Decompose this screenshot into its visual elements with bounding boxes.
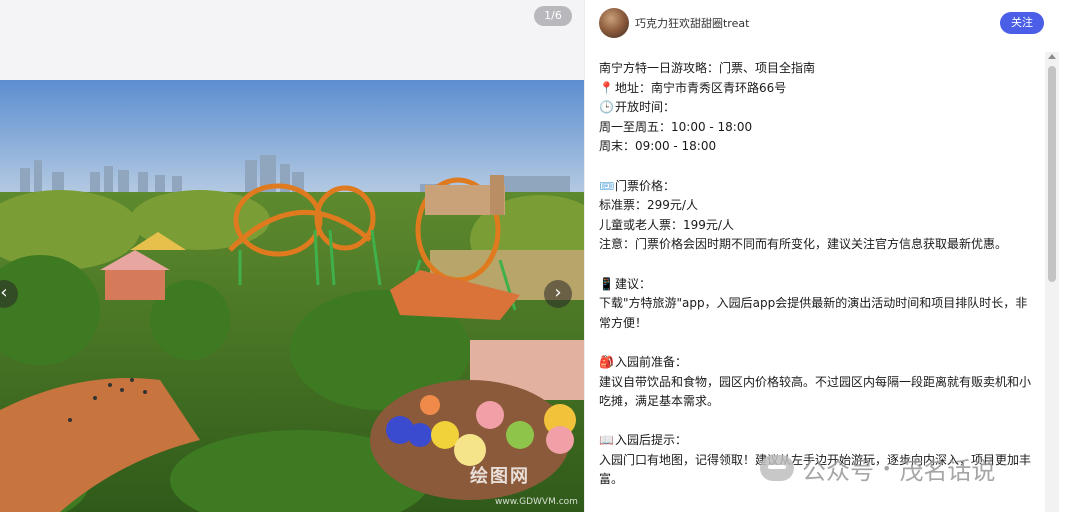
ticket-note: 注意：门票价格会因时期不同而有所变化，建议关注官方信息获取最新优惠。 (599, 237, 1008, 252)
round-pushpin-icon: 📍 (599, 80, 614, 95)
follow-button[interactable]: 关注 (1000, 12, 1044, 34)
open-book-icon: 📖 (599, 433, 614, 448)
hours-heading: 🕒开放时间： (599, 98, 1031, 118)
ticket-icon: 🎟 (599, 178, 615, 193)
note-title: 南宁方特一日游攻略：门票、项目全指南 (599, 61, 816, 75)
tickets-heading-text: 门票价格： (615, 178, 676, 193)
wechat-logo-icon (760, 455, 794, 481)
image-counter: 1/6 (534, 6, 572, 26)
park-photo (0, 80, 584, 512)
tips-text: 下载"方特旅游"app，入园后app会提供最新的演出活动时间和项目排队时长，非常… (599, 296, 1028, 330)
author-name[interactable]: 巧克力狂欢甜甜圈treat (635, 15, 749, 31)
tips-heading: 📱建议： (599, 275, 1031, 295)
chevron-right-icon: › (554, 282, 562, 303)
prep-text: 建议自带饮品和食物，园区内价格较高。不过园区内每隔一段距离就有贩卖机和小吃摊，满… (599, 374, 1032, 409)
site-watermark: 绘图网 (470, 466, 530, 487)
prep-heading: 🎒入园前准备： (599, 353, 1031, 373)
clock-icon: 🕒 (599, 100, 614, 115)
child-ticket-price: 儿童或老人票：199元/人 (599, 217, 734, 232)
chevron-left-icon: ‹ (0, 282, 8, 303)
weekday-hours: 周一至周五：10:00 - 18:00 (599, 119, 753, 134)
scrollbar[interactable] (1045, 52, 1059, 512)
site-url-watermark: www.GDWVM.com (495, 497, 578, 507)
entry-heading: 📖入园后提示： (599, 431, 1031, 451)
mobile-phone-icon: 📱 (599, 276, 614, 291)
backpack-icon: 🎒 (599, 354, 614, 369)
scroll-up-arrow-icon[interactable] (1048, 54, 1056, 59)
address-line: 📍地址：南宁市青秀区青环路66号 (599, 79, 1031, 99)
watermark-account: 公众号 (802, 456, 874, 485)
scrollbar-thumb[interactable] (1048, 66, 1056, 282)
tickets-heading: 🎟门票价格： (599, 177, 1031, 197)
account-watermark: 公众号 • 茂名话说 (760, 450, 995, 486)
avatar[interactable] (599, 8, 629, 38)
weekend-hours: 周末：09:00 - 18:00 (599, 139, 717, 154)
next-image-button[interactable]: › (544, 280, 572, 308)
tips-heading-text: 建议： (615, 276, 652, 291)
image-viewer: 1/6 绘图网 www.GDWVM.com ‹ › (0, 0, 584, 512)
standard-ticket-price: 标准票：299元/人 (599, 198, 698, 213)
watermark-name: 茂名话说 (899, 456, 996, 485)
entry-heading-text: 入园后提示： (615, 433, 688, 448)
address-text: 地址：南宁市青秀区青环路66号 (615, 80, 787, 95)
author-info[interactable]: 巧克力狂欢甜甜圈treat (599, 8, 749, 38)
hours-heading-text: 开放时间： (615, 100, 676, 115)
note-panel: 巧克力狂欢甜甜圈treat 关注 南宁方特一日游攻略：门票、项目全指南 📍地址：… (584, 0, 1061, 512)
note-content: 南宁方特一日游攻略：门票、项目全指南 📍地址：南宁市青秀区青环路66号 🕒开放时… (599, 59, 1031, 490)
prep-heading-text: 入园前准备： (615, 354, 688, 369)
